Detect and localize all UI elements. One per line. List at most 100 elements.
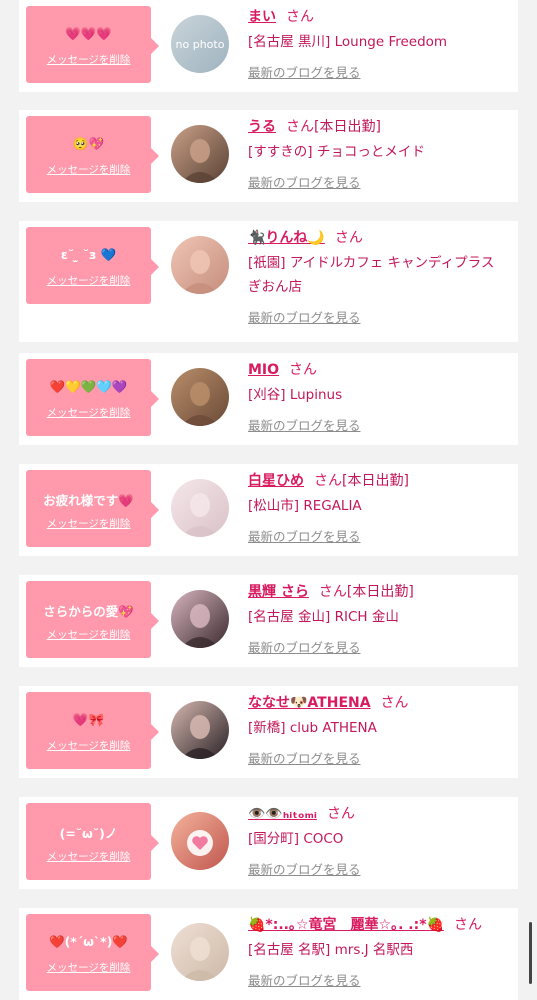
delete-message-link[interactable]: メッセージを削除 <box>26 516 151 531</box>
message-text: お疲れ様です💗 <box>43 493 134 508</box>
list-item: ε˘ ̫ ˘з 💙 メッセージを削除 🐈‍⬛りんね🌙 さん [祇園] アイドルカフェ キ… <box>19 221 518 342</box>
list-item: 💗💗💗 メッセージを削除 no photo まい さん [名古屋 黒川] Lounge F… <box>19 0 518 92</box>
scrollbar[interactable] <box>529 922 532 984</box>
message-text: ❤️💛💚🩵💜 <box>49 379 128 394</box>
cast-name-link[interactable]: ななせ🐶ATHENA <box>248 695 371 711</box>
message-text: 💗🎀 <box>72 712 105 727</box>
cast-name-link[interactable]: まい <box>248 9 276 25</box>
list-item: (=˘ω˘)ノメッセージを削除 👁️👁️ₕᵢₜₒₘᵢ さん [国分町] COCO 最新の… <box>19 797 518 889</box>
delete-message-link[interactable]: メッセージを削除 <box>26 849 151 864</box>
avatar[interactable]: no photo <box>171 15 229 73</box>
shop-name: [新橋] club ATHENA <box>248 720 377 736</box>
honorific: さん <box>380 695 409 711</box>
status-badge: [本日出勤] <box>342 473 409 489</box>
cast-info: MIO さん [刈谷] Lupinus 最新のブログを見る <box>248 360 508 434</box>
latest-blog-link[interactable]: 最新のブログを見る <box>248 307 361 326</box>
status-badge: [本日出勤] <box>346 584 414 600</box>
latest-blog-link[interactable]: 最新のブログを見る <box>248 859 361 878</box>
latest-blog-link[interactable]: 最新のブログを見る <box>248 62 361 81</box>
latest-blog-link[interactable]: 最新のブログを見る <box>248 970 361 989</box>
shop-name: [すすきの] チョコっとメイド <box>248 144 425 160</box>
cast-info: うる さん[本日出勤] [すすきの] チョコっとメイド 最新のブログを見る <box>248 117 508 191</box>
latest-blog-link[interactable]: 最新のブログを見る <box>248 415 361 434</box>
message-bubble: ❤️💛💚🩵💜 メッセージを削除 <box>26 359 159 436</box>
honorific: さん <box>286 9 314 25</box>
latest-blog-link[interactable]: 最新のブログを見る <box>248 748 361 767</box>
delete-message-link[interactable]: メッセージを削除 <box>26 960 151 975</box>
list-item: さらからの愛💖 メッセージを削除 黒輝 さら さん[本日出勤] [名古屋 金山] RIC… <box>19 575 518 667</box>
name-line: 👁️👁️ₕᵢₜₒₘᵢ さん <box>248 804 508 824</box>
honorific: さん <box>334 230 363 246</box>
avatar[interactable] <box>171 125 229 183</box>
latest-blog-link[interactable]: 最新のブログを見る <box>248 526 361 545</box>
message-text: さらからの愛💖 <box>43 604 134 619</box>
cast-info: 👁️👁️ₕᵢₜₒₘᵢ さん [国分町] COCO 最新のブログを見る <box>248 804 508 878</box>
message-bubble: ε˘ ̫ ˘з 💙 メッセージを削除 <box>26 227 159 304</box>
name-line: MIO さん <box>248 360 508 380</box>
message-bubble: (=˘ω˘)ノメッセージを削除 <box>26 803 159 880</box>
delete-message-link[interactable]: メッセージを削除 <box>26 738 151 753</box>
honorific: さん <box>453 917 482 933</box>
shop-name: [刈谷] Lupinus <box>248 387 343 403</box>
shop-name: [名古屋 名駅] mrs.J 名駅西 <box>248 942 414 958</box>
name-line: うる さん[本日出勤] <box>248 117 508 137</box>
delete-message-link[interactable]: メッセージを削除 <box>26 405 151 420</box>
list-item: ❤️(*´ω`*)❤️ メッセージを削除 🍓*:..｡☆竜宮 麗華☆｡. .:*🍓 さ… <box>19 908 518 1000</box>
list-item: お疲れ様です💗 メッセージを削除 白星ひめ さん[本日出勤] [松山市] REGALIA… <box>19 464 518 556</box>
list-item: ❤️💛💚🩵💜 メッセージを削除 MIO さん [刈谷] Lupinus 最新のブログを見る <box>19 353 518 445</box>
message-bubble: さらからの愛💖 メッセージを削除 <box>26 581 159 658</box>
avatar[interactable] <box>171 923 229 981</box>
message-text: ε˘ ̫ ˘з 💙 <box>60 247 117 262</box>
avatar[interactable] <box>171 590 229 648</box>
cast-info: 🐈‍⬛りんね🌙 さん [祇園] アイドルカフェ キャンディプラス ぎおん店最新のブロ… <box>248 228 508 326</box>
delete-message-link[interactable]: メッセージを削除 <box>26 162 151 177</box>
message-text: 🥺💖 <box>72 136 105 151</box>
honorific: さん <box>318 584 347 600</box>
shop-name: [松山市] REGALIA <box>248 498 362 514</box>
cast-info: 白星ひめ さん[本日出勤] [松山市] REGALIA 最新のブログを見る <box>248 471 508 545</box>
message-bubble: 🥺💖 メッセージを削除 <box>26 116 159 193</box>
name-line: ななせ🐶ATHENA さん <box>248 693 508 713</box>
honorific: さん <box>326 806 355 822</box>
cast-name-link[interactable]: MIO <box>248 362 279 378</box>
name-line: 🍓*:..｡☆竜宮 麗華☆｡. .:*🍓 さん <box>248 915 508 935</box>
message-text: ❤️(*´ω`*)❤️ <box>49 934 128 949</box>
message-bubble: 💗🎀 メッセージを削除 <box>26 692 159 769</box>
shop-name: [名古屋 黒川] Lounge Freedom <box>248 34 448 50</box>
svg-text:no photo: no photo <box>176 38 225 51</box>
cast-name-link[interactable]: 👁️👁️ₕᵢₜₒₘᵢ <box>248 806 317 822</box>
avatar[interactable] <box>171 368 229 426</box>
cast-name-link[interactable]: 🍓*:..｡☆竜宮 麗華☆｡. .:*🍓 <box>248 917 444 933</box>
latest-blog-link[interactable]: 最新のブログを見る <box>248 172 361 191</box>
message-text: (=˘ω˘)ノ <box>59 826 118 841</box>
status-badge: [本日出勤] <box>314 119 381 135</box>
honorific: さん <box>286 119 314 135</box>
honorific: さん <box>314 473 342 489</box>
shop-name: [名古屋 金山] RICH 金山 <box>248 609 399 625</box>
avatar[interactable] <box>171 236 229 294</box>
delete-message-link[interactable]: メッセージを削除 <box>26 627 151 642</box>
avatar[interactable] <box>171 701 229 759</box>
cast-name-link[interactable]: うる <box>248 119 276 135</box>
cast-name-link[interactable]: 🐈‍⬛りんね🌙 <box>248 230 325 246</box>
name-line: 黒輝 さら さん[本日出勤] <box>248 582 508 602</box>
list-item: 🥺💖 メッセージを削除 うる さん[本日出勤] [すすきの] チョコっとメイド 最新のブロ… <box>19 110 518 202</box>
message-bubble: 💗💗💗 メッセージを削除 <box>26 6 159 83</box>
avatar[interactable] <box>171 812 229 870</box>
list-item: 💗🎀 メッセージを削除 ななせ🐶ATHENA さん [新橋] club ATHENA 最新… <box>19 686 518 778</box>
cast-info: 🍓*:..｡☆竜宮 麗華☆｡. .:*🍓 さん [名古屋 名駅] mrs.J 名駅西… <box>248 915 508 989</box>
name-line: 🐈‍⬛りんね🌙 さん <box>248 228 508 248</box>
honorific: さん <box>289 362 318 378</box>
latest-blog-link[interactable]: 最新のブログを見る <box>248 637 361 656</box>
avatar[interactable] <box>171 479 229 537</box>
cast-name-link[interactable]: 白星ひめ <box>248 473 304 489</box>
message-bubble: お疲れ様です💗 メッセージを削除 <box>26 470 159 547</box>
cast-info: 黒輝 さら さん[本日出勤] [名古屋 金山] RICH 金山 最新のブログを見る <box>248 582 508 656</box>
message-bubble: ❤️(*´ω`*)❤️ メッセージを削除 <box>26 914 159 991</box>
shop-name: [祇園] アイドルカフェ キャンディプラス ぎおん店 <box>248 255 495 295</box>
cast-name-link[interactable]: 黒輝 さら <box>248 584 309 600</box>
delete-message-link[interactable]: メッセージを削除 <box>26 273 151 288</box>
delete-message-link[interactable]: メッセージを削除 <box>26 52 151 67</box>
name-line: まい さん <box>248 7 508 27</box>
shop-name: [国分町] COCO <box>248 831 344 847</box>
